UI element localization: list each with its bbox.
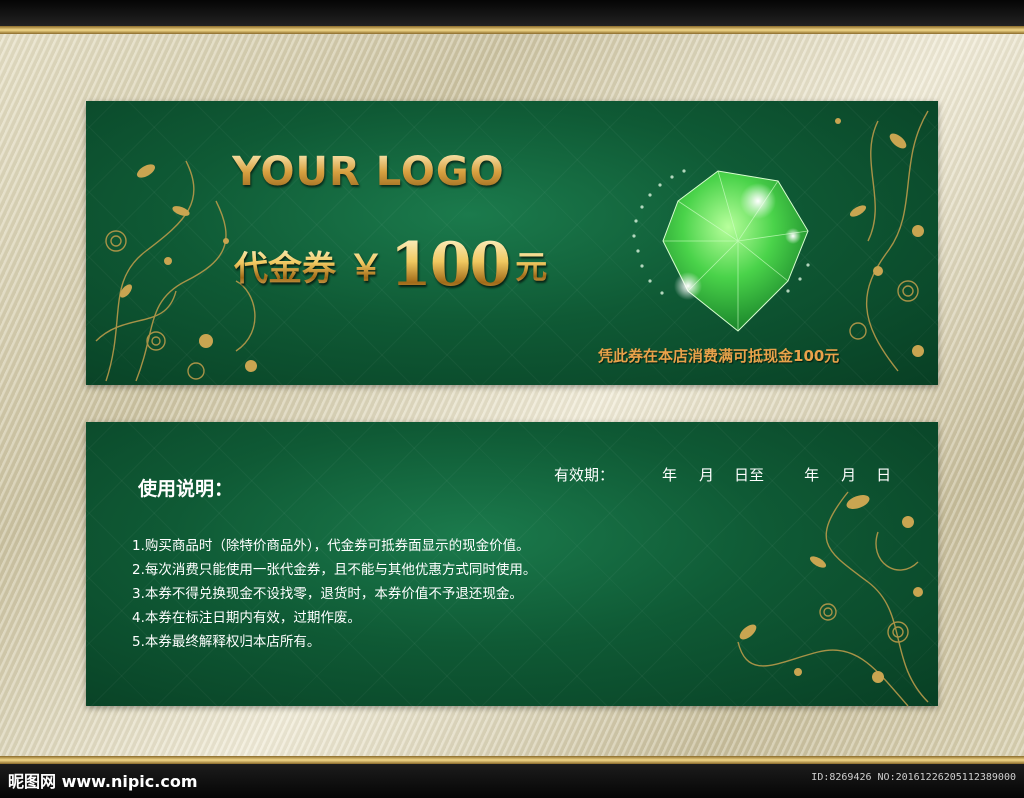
rule-item: 4.本券在标注日期内有效，过期作废。 <box>132 610 361 626</box>
top-dark-band <box>0 0 1024 26</box>
voucher-front: YOUR LOGO 代金券 ￥ 100 元 凭此券在本店消费满可抵现金100元 <box>86 101 938 385</box>
top-gold-bar <box>0 26 1024 34</box>
back-floral-ornament-icon <box>737 491 929 706</box>
right-floral-ornament-icon <box>835 110 929 372</box>
rule-item: 1.购买商品时（除特价商品外），代金券可抵券面显示的现金价值。 <box>132 538 530 554</box>
rule-item: 2.每次消费只能使用一张代金券，且不能与其他优惠方式同时使用。 <box>132 562 537 578</box>
logo-text: YOUR LOGO <box>232 149 505 195</box>
bottom-gold-bar <box>0 756 1024 764</box>
voucher-note: 凭此券在本店消费满可抵现金100元 <box>598 347 840 365</box>
currency-symbol: ￥ <box>348 239 384 291</box>
voucher-title: 代金券 ￥ 100 元 <box>234 229 547 301</box>
voucher-label: 代金券 <box>234 241 336 290</box>
voucher-unit: 元 <box>515 242 547 288</box>
validity-year-start: 年 <box>662 466 678 484</box>
usage-title: 使用说明： <box>138 478 234 500</box>
image-id-text: ID:8269426 NO:20161226205112389000 <box>811 772 1016 783</box>
rule-item: 3.本券不得兑换现金不设找零，退货时，本券价值不予退还现金。 <box>132 586 523 602</box>
emerald-gem-icon <box>632 169 810 332</box>
voucher-back: 使用说明： 有效期： 年 月 日至 年 月 日 1.购买商品时（除特价商品外），… <box>86 422 938 706</box>
usage-rules-list: 1.购买商品时（除特价商品外），代金券可抵券面显示的现金价值。 2.每次消费只能… <box>132 534 536 654</box>
validity-label: 有效期： <box>554 466 615 484</box>
watermark: 昵图网 www.nipic.com <box>8 772 198 791</box>
voucher-amount: 100 <box>390 230 511 300</box>
rule-item: 5.本券最终解释权归本店所有。 <box>132 634 321 650</box>
background: YOUR LOGO 代金券 ￥ 100 元 凭此券在本店消费满可抵现金100元 … <box>0 0 1024 798</box>
